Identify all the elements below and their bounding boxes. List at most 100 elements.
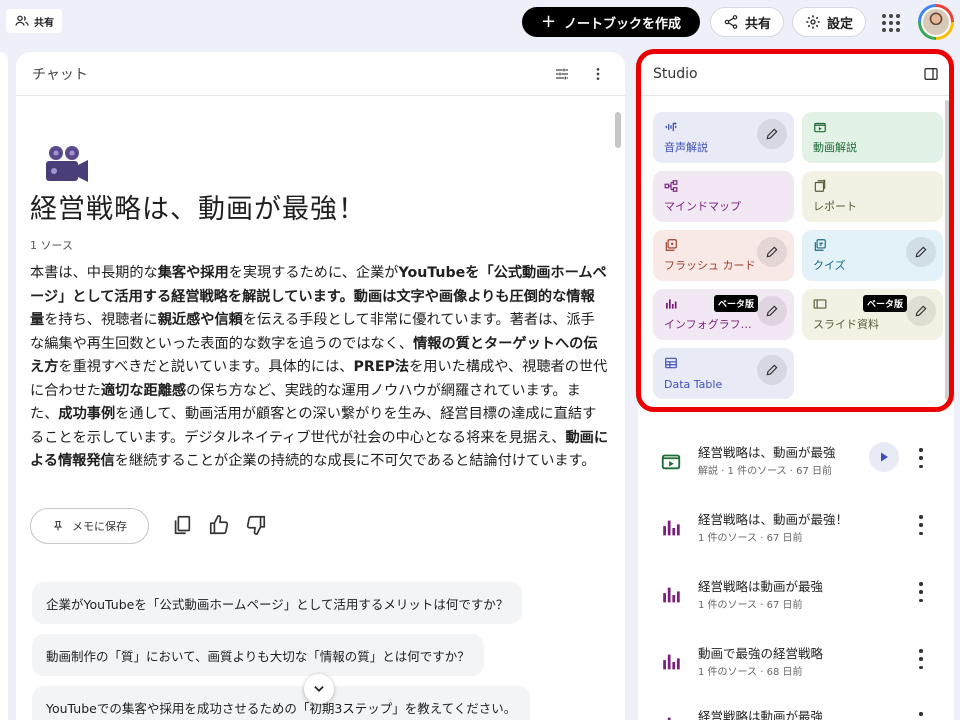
summary-segment: 適切な距離感 [100, 382, 187, 399]
infographic-icon [666, 299, 677, 309]
more-vert-icon[interactable] [918, 649, 924, 669]
chat-scrollbar[interactable] [615, 112, 621, 148]
movie-camera-icon [46, 146, 88, 182]
table-icon [665, 357, 677, 369]
edit-button[interactable] [906, 296, 936, 326]
thumbs-down-icon[interactable] [245, 514, 267, 536]
copy-icon[interactable] [171, 514, 193, 536]
share-button[interactable]: 共有 [710, 7, 785, 37]
edit-button[interactable] [757, 237, 787, 267]
more-vert-icon[interactable] [587, 63, 609, 85]
output-title: 経営戦略は、動画が最強 [698, 445, 836, 460]
summary-segment: 親近感や信頼 [157, 312, 243, 328]
gear-icon [806, 15, 820, 29]
more-vert-icon[interactable] [918, 448, 924, 468]
suggested-question[interactable]: 動画制作の「質」において、画質よりも大切な「情報の質」とは何ですか？ [32, 634, 484, 676]
shared-chip-label: 共有 [34, 17, 54, 29]
collapse-panel-icon[interactable] [923, 66, 939, 82]
studio-output-item[interactable]: 経営戦略は動画が最強 1 件のソース · 67 日前 [650, 574, 940, 624]
source-count: 1 ソース [30, 239, 73, 252]
studio-tile[interactable]: スライド資料 ベータ版 [802, 289, 943, 340]
infographic-icon [663, 654, 680, 670]
studio-tile[interactable]: レポート [802, 171, 943, 222]
studio-header-title: Studio [653, 65, 698, 82]
edit-button[interactable] [757, 355, 787, 385]
apps-grid-icon[interactable] [880, 12, 902, 34]
output-meta: 解説 · 1 件のソース · 67 日前 [698, 466, 833, 477]
edit-button[interactable] [906, 237, 936, 267]
studio-tile-label: フラッシュ カード [664, 259, 756, 272]
studio-tile-label: レポート [813, 200, 857, 213]
settings-button[interactable]: 設定 [792, 7, 867, 37]
summary-segment: 本書は、中長期的な [30, 265, 158, 281]
chevron-down-icon [314, 686, 324, 692]
output-title: 経営戦略は動画が最強 [698, 709, 824, 720]
studio-output-item[interactable]: 経営戦略は、動画が最強解説 · 1 件のソース · 67 日前 [650, 440, 940, 490]
notebook-summary: 本書は、中長期的な集客や採用を実現するために、企業がYouTubeを「公式動画ホ… [30, 262, 608, 474]
tune-icon[interactable] [551, 63, 573, 85]
save-to-note-button[interactable]: メモに保存 [30, 508, 149, 544]
output-meta: 1 件のソース · 67 日前 [698, 600, 803, 611]
beta-badge: ベータ版 [714, 295, 759, 312]
studio-output-item[interactable]: 経営戦略は動画が最強 [650, 704, 940, 720]
audio-waveform-icon [665, 121, 677, 132]
avatar[interactable] [918, 4, 954, 40]
slides-icon [813, 299, 827, 309]
studio-tile[interactable]: 音声解説 [653, 112, 794, 163]
studio-tile-label: 動画解説 [813, 141, 857, 154]
more-vert-icon[interactable] [918, 515, 924, 535]
studio-tile[interactable]: 動画解説 [802, 112, 943, 163]
studio-scrollbar[interactable] [945, 100, 949, 400]
summary-segment: PREP法 [353, 359, 410, 375]
suggested-question[interactable]: YouTubeでの集客や採用を成功させるための「初期3ステップ」を教えてください… [32, 686, 531, 720]
studio-tile[interactable]: フラッシュ カード [653, 230, 794, 281]
studio-tile[interactable]: クイズ [802, 230, 943, 281]
sources-panel-edge [0, 52, 8, 720]
shared-chip[interactable]: 共有 [6, 9, 62, 33]
summary-segment: を実現するために、企業が [228, 265, 399, 281]
create-notebook-button[interactable]: + ノートブックを作成 [522, 7, 700, 37]
thumbs-up-icon[interactable] [208, 514, 230, 536]
output-meta: 1 件のソース · 67 日前 [698, 533, 803, 544]
video-icon [814, 122, 826, 133]
studio-tile-label: インフォグラフ… [664, 318, 752, 331]
share-icon [724, 15, 738, 29]
summary-segment: 成功事例 [58, 406, 116, 422]
chat-header-title: チャット [32, 66, 88, 83]
play-icon [881, 452, 888, 462]
studio-output-item[interactable]: 経営戦略は、動画が最強！ 1 件のソース · 67 日前 [650, 507, 940, 557]
notebook-title: 経営戦略は、動画が最強！ [30, 194, 366, 225]
suggested-question[interactable]: 企業がYouTubeを「公式動画ホームページ」として活用するメリットは何ですか？ [32, 582, 523, 624]
infographic-icon [667, 717, 671, 720]
summary-segment: を継続することが企業の持続的な成長に不可欠であると結論付けています。 [114, 453, 596, 469]
output-meta: 1 件のソース · 68 日前 [698, 667, 803, 678]
studio-tile-label: マインドマップ [664, 200, 741, 213]
more-vert-icon[interactable] [918, 582, 924, 602]
studio-tile[interactable]: マインドマップ [653, 171, 794, 222]
edit-button[interactable] [757, 119, 787, 149]
studio-tile[interactable]: Data Table [653, 348, 794, 399]
summary-segment: 集客や採用 [157, 265, 229, 281]
studio-output-item[interactable]: 動画で最強の経営戦略 1 件のソース · 68 日前 [650, 641, 940, 691]
pin-icon [53, 521, 63, 531]
output-title: 経営戦略は動画が最強 [698, 579, 824, 594]
save-note-label: メモに保存 [72, 520, 127, 533]
pencil-icon [766, 246, 778, 258]
summary-segment: を通して、動画活用が顧客との深い繋がりを生み、経営目標の達成に直結することを示し… [30, 406, 597, 446]
scroll-down-button[interactable] [304, 674, 334, 704]
summary-segment: を持ち、視聴者に [44, 312, 158, 328]
create-notebook-label: ノートブックを作成 [564, 16, 682, 32]
more-vert-icon[interactable] [918, 712, 924, 720]
people-icon [15, 15, 29, 26]
edit-button[interactable] [757, 296, 787, 326]
studio-tile[interactable]: インフォグラフ… ベータ版 [653, 289, 794, 340]
mindmap-icon [664, 180, 678, 192]
studio-tile-label: クイズ [813, 259, 846, 272]
report-icon [814, 179, 826, 192]
quiz-icon [814, 239, 826, 251]
studio-tile-label: 音声解説 [664, 141, 708, 154]
settings-label: 設定 [827, 16, 854, 32]
play-button[interactable] [869, 442, 899, 472]
beta-badge: ベータ版 [863, 295, 908, 312]
summary-segment: を重視すべきだと説いています。具体的には、 [58, 359, 354, 375]
